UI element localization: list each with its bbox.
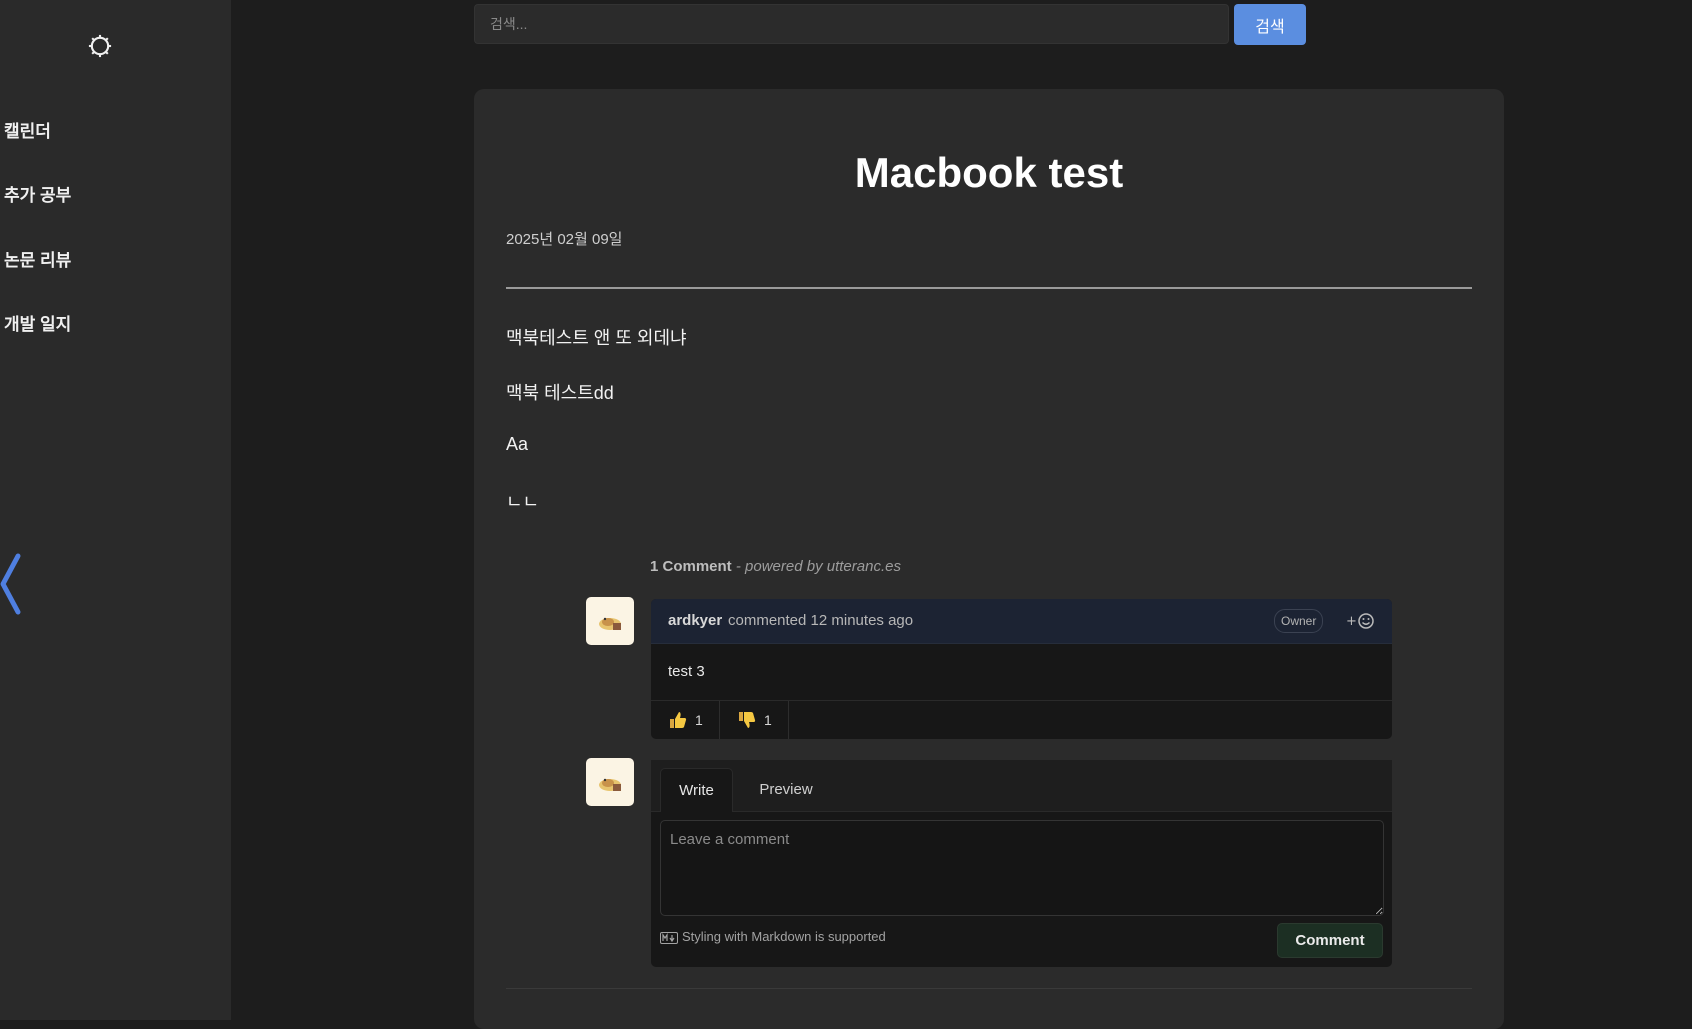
- comment-timestamp: commented 12 minutes ago: [728, 612, 914, 629]
- post-body-line: 맥북테스트 앤 또 외데냐: [506, 328, 687, 348]
- editor-tabs: Write Preview: [651, 760, 1392, 812]
- sidebar-item-paper-review[interactable]: 논문 리뷰: [4, 246, 71, 271]
- reaction-thumbs-up[interactable]: 1: [651, 701, 720, 739]
- comment-author[interactable]: ardkyer: [668, 612, 722, 629]
- post-body-line: Aa: [506, 434, 529, 454]
- comment-card: ardkyer commented 12 minutes ago Owner +…: [651, 599, 1392, 739]
- avatar[interactable]: [586, 597, 634, 645]
- cat-avatar-icon: [599, 617, 621, 630]
- comment-body: test 3: [668, 663, 705, 680]
- comments-header: 1 Comment - powered by utteranc.es: [650, 558, 901, 575]
- comment-count: 1 Comment: [650, 558, 732, 575]
- search-input[interactable]: [474, 4, 1229, 44]
- markdown-icon: [660, 931, 678, 944]
- thumbs-up-icon: [670, 712, 687, 728]
- owner-badge: Owner: [1274, 609, 1324, 633]
- tab-write[interactable]: Write: [660, 768, 733, 812]
- post-card: Macbook test 2025년 02월 09일 맥북테스트 앤 또 외데냐…: [474, 89, 1504, 1029]
- reaction-thumbs-down[interactable]: 1: [720, 701, 789, 739]
- cat-avatar-icon: [599, 778, 621, 791]
- comment-editor: Write Preview Styling with Markdown is s…: [651, 760, 1392, 967]
- comment-header: ardkyer commented 12 minutes ago Owner +: [651, 599, 1392, 644]
- divider: [506, 988, 1472, 989]
- post-date: 2025년 02월 09일: [506, 231, 623, 248]
- avatar[interactable]: [586, 758, 634, 806]
- comment-submit-button[interactable]: Comment: [1277, 923, 1383, 958]
- search-button[interactable]: 검색: [1234, 4, 1306, 45]
- comment-textarea[interactable]: [660, 820, 1384, 916]
- thumbs-down-icon: [739, 712, 756, 728]
- sidebar-item-extra-study[interactable]: 추가 공부: [4, 181, 71, 206]
- sidebar: 캘린더 추가 공부 논문 리뷰 개발 일지: [0, 0, 231, 1020]
- markdown-hint-label: Styling with Markdown is supported: [682, 929, 886, 944]
- markdown-hint[interactable]: Styling with Markdown is supported: [660, 929, 886, 944]
- reaction-count: 1: [764, 712, 772, 728]
- chevron-left-icon[interactable]: [0, 552, 24, 616]
- svg-text:+: +: [1346, 614, 1357, 629]
- sidebar-item-dev-log[interactable]: 개발 일지: [4, 310, 71, 335]
- post-title: Macbook test: [854, 149, 1124, 196]
- reaction-count: 1: [695, 712, 703, 728]
- sidebar-item-calendar[interactable]: 캘린더: [4, 117, 51, 142]
- gear-icon[interactable]: [86, 32, 114, 60]
- reactions-bar: 1 1: [651, 700, 1392, 739]
- divider: [506, 287, 1472, 289]
- powered-by: - powered by utteranc.es: [735, 558, 901, 575]
- add-reaction-icon[interactable]: +: [1344, 610, 1380, 632]
- post-body-line: ㄴㄴ: [506, 492, 540, 512]
- post-body-line: 맥북 테스트dd: [506, 383, 614, 403]
- tab-preview[interactable]: Preview: [741, 768, 831, 811]
